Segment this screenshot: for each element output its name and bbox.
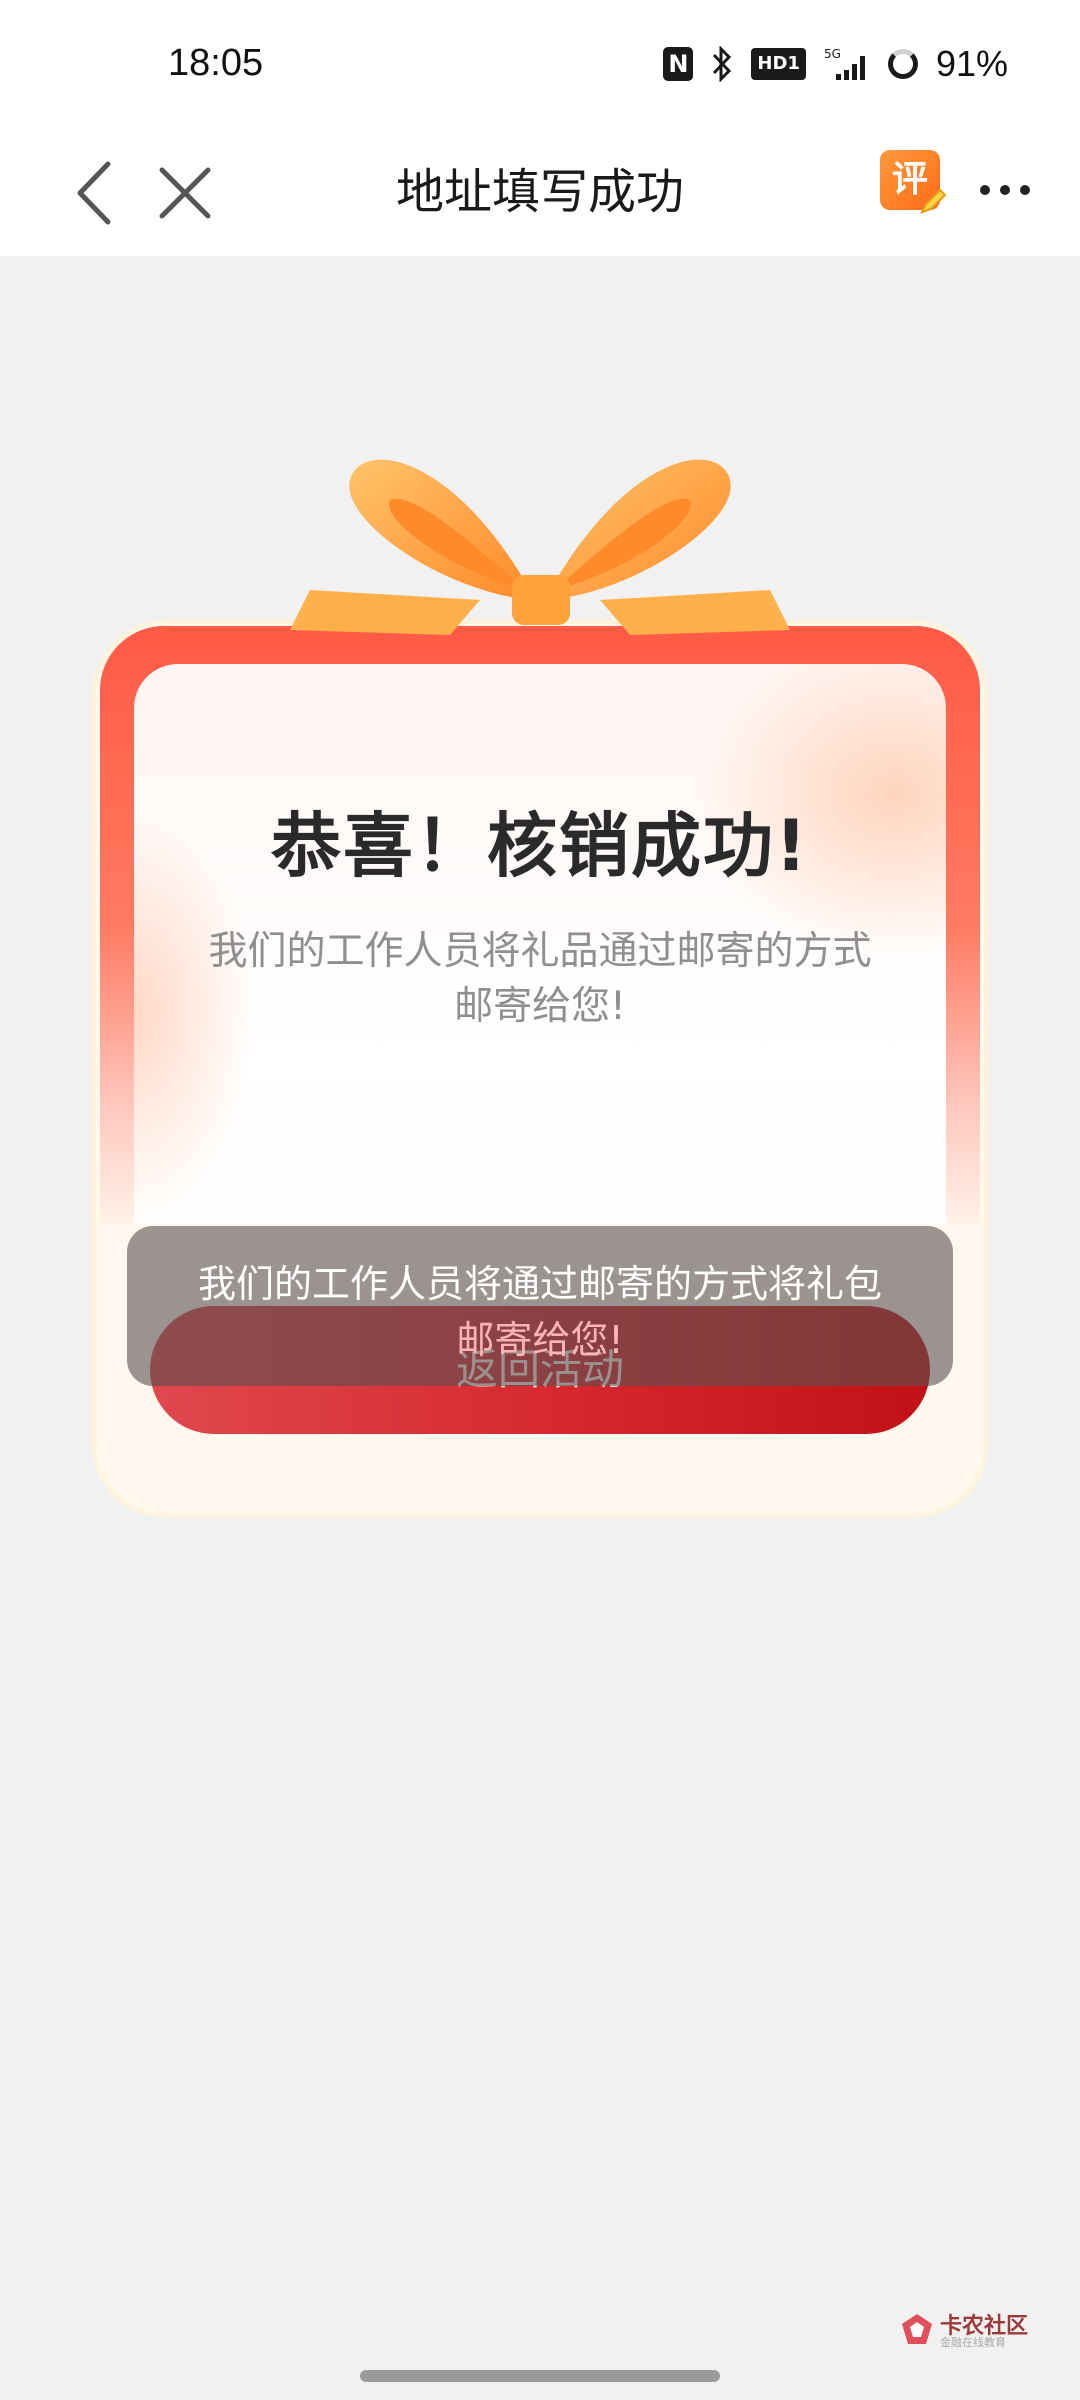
battery-percentage: 91% <box>935 43 1008 84</box>
watermark: 卡农社区 金融在线教育 <box>900 2308 1060 2352</box>
toast-line-2: 邮寄给您! <box>456 1318 624 1362</box>
toast-message: 我们的工作人员将通过邮寄的方式将礼包 邮寄给您! <box>127 1226 953 1386</box>
watermark-subtitle: 金融在线教育 <box>940 2336 1006 2349</box>
toast-line-1: 我们的工作人员将通过邮寄的方式将礼包 <box>197 1262 882 1306</box>
nav-bar: 地址填写成功 评 <box>0 130 1080 256</box>
success-description: 我们的工作人员将礼品通过邮寄的方式 邮寄给您! <box>180 924 900 1034</box>
battery-icon <box>887 49 918 79</box>
signal-icon: 5G <box>824 46 870 82</box>
more-options-icon[interactable] <box>975 170 1035 210</box>
hd-icon: HD1 <box>751 48 806 80</box>
gift-bow-icon <box>290 459 790 635</box>
pen-icon <box>920 188 947 214</box>
success-title: 恭喜！核销成功! <box>271 805 809 887</box>
description-line-1: 我们的工作人员将礼品通过邮寄的方式 <box>208 929 872 974</box>
bluetooth-icon <box>711 46 733 82</box>
home-indicator[interactable] <box>360 2370 720 2382</box>
watermark-logo-icon <box>902 2314 932 2344</box>
nfc-icon: N <box>663 47 694 81</box>
status-time: 18:05 <box>168 42 264 84</box>
description-line-2: 邮寄给您! <box>454 984 626 1029</box>
status-icons: N HD1 5G 91% <box>663 43 1008 84</box>
status-bar: 18:05 N HD1 5G 91% <box>0 0 1080 130</box>
network-type-label: 5G <box>824 47 841 61</box>
